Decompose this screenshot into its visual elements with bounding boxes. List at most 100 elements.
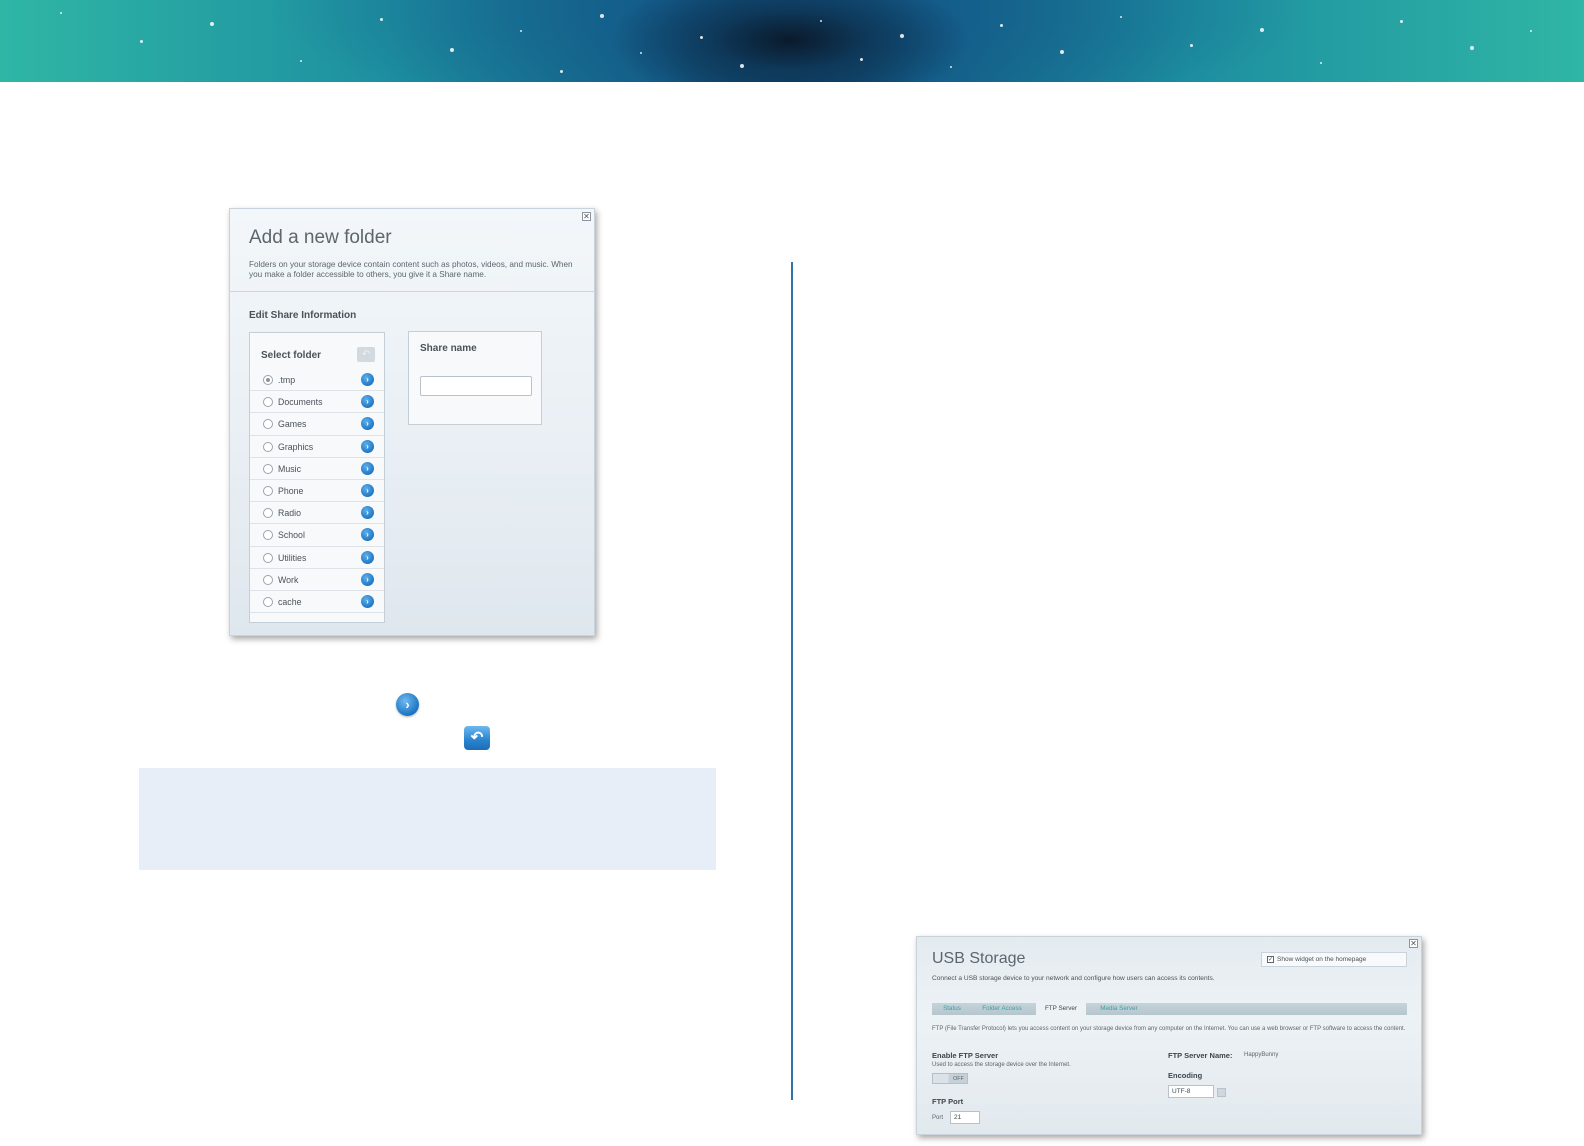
chevron-right-circle-icon[interactable]: › [361,417,374,431]
banner-speck [900,34,904,38]
banner-speck [1000,24,1003,27]
chevron-right-circle-icon[interactable]: › [361,528,374,542]
usb-description: Connect a USB storage device to your net… [932,975,1215,982]
back-arrow-icon: ↶ [464,726,490,750]
folder-label: Work [278,574,299,585]
list-item[interactable]: .tmp › [250,369,384,392]
banner-speck [700,36,703,39]
radio-button[interactable] [263,375,273,385]
banner-speck [640,52,642,54]
list-item[interactable]: cache › [250,591,384,614]
select-folder-title: Select folder [261,350,322,361]
banner-speck [1190,44,1193,47]
chevron-right-circle-icon[interactable]: › [361,483,374,497]
list-item[interactable]: Graphics › [250,436,384,458]
radio-button[interactable] [263,419,273,430]
radio-button[interactable] [263,596,273,607]
checkbox-icon[interactable]: ✓ [1267,955,1274,963]
banner-speck [950,66,952,68]
chevron-right-circle-icon[interactable]: › [361,550,374,564]
folder-label: Graphics [278,441,314,452]
radio-button[interactable] [263,552,273,563]
chevron-right-circle-icon[interactable]: › [361,506,374,520]
column-divider [791,262,793,1100]
show-widget-checkbox[interactable]: ✓ Show widget on the homepage [1261,952,1407,967]
tab-status[interactable]: Status [938,1003,966,1015]
radio-button[interactable] [263,397,273,408]
banner-speck [1060,50,1064,54]
chevron-right-circle-icon[interactable]: › [361,572,374,586]
list-item[interactable]: Work › [250,569,384,591]
dialog-description: Folders on your storage device contain c… [249,260,573,279]
banner-speck [820,20,822,22]
chevron-right-circle-icon: › [396,693,419,716]
chevron-right-circle-icon[interactable]: › [361,461,374,475]
ftp-description: FTP (File Transfer Protocol) lets you ac… [932,1026,1406,1032]
tab-folder-access[interactable]: Folder Access [976,1003,1028,1015]
chevron-down-icon[interactable] [1217,1088,1226,1097]
banner-speck [860,58,863,61]
chevron-right-circle-icon[interactable]: › [361,395,374,409]
ftp-server-name-value: HappyBunny [1244,1052,1279,1058]
folder-label: Music [278,463,301,474]
radio-button[interactable] [263,463,273,474]
list-item[interactable]: Games › [250,413,384,436]
radio-button[interactable] [263,530,273,541]
list-item[interactable]: Music › [250,458,384,480]
tab-bar: Status Folder Access FTP Server Media Se… [932,1003,1407,1015]
folder-label: cache [278,596,302,607]
section-title: Edit Share Information [249,310,357,321]
share-name-title: Share name [420,343,477,354]
header-banner [0,0,1584,82]
share-name-panel: Share name [408,331,542,425]
ftp-server-name-label: FTP Server Name: [1168,1051,1233,1060]
close-icon[interactable]: ✕ [1409,939,1418,948]
radio-button[interactable] [263,574,273,585]
banner-speck [1400,20,1403,23]
chevron-right-circle-icon[interactable]: › [361,373,374,386]
add-folder-dialog: ✕ Add a new folder Folders on your stora… [229,208,595,636]
ftp-port-label: FTP Port [932,1097,964,1106]
banner-speck [1260,28,1264,32]
banner-speck [210,22,214,26]
radio-button[interactable] [263,508,273,519]
list-item[interactable]: Utilities › [250,547,384,569]
usb-dialog-title: USB Storage [932,950,1026,967]
folder-label: Games [278,419,307,430]
folder-label: Phone [278,485,304,496]
chevron-right-circle-icon[interactable]: › [361,439,374,453]
ftp-toggle[interactable]: OFF [932,1073,968,1084]
list-item[interactable]: School › [250,524,384,547]
folder-list: .tmp › Documents › Games › Graphics › Music › Phon… [250,369,384,614]
banner-speck [1320,62,1322,64]
port-input[interactable] [950,1111,980,1124]
radio-button[interactable] [263,441,273,452]
tab-media-server[interactable]: Media Server [1094,1003,1144,1015]
folder-label: .tmp [278,375,296,385]
close-icon[interactable]: ✕ [582,212,591,221]
banner-speck [140,40,143,43]
share-name-input[interactable] [420,376,532,396]
banner-speck [560,70,563,73]
note-box [139,768,716,870]
list-item[interactable]: Radio › [250,502,384,525]
list-item[interactable]: Phone › [250,480,384,503]
banner-speck [300,60,302,62]
banner-speck [450,48,454,52]
dialog-title: Add a new folder [249,227,392,248]
banner-speck [1470,46,1474,50]
usb-storage-dialog: ✕ USB Storage ✓ Show widget on the homepa… [916,936,1422,1135]
enable-ftp-sub: Used to access the storage device over t… [932,1062,1071,1068]
chevron-right-circle-icon[interactable]: › [361,594,374,608]
encoding-select[interactable] [1168,1085,1214,1098]
banner-speck [600,14,604,18]
enable-ftp-label: Enable FTP Server [932,1051,999,1060]
back-arrow-icon[interactable]: ↶ [357,347,375,362]
list-item[interactable]: Documents › [250,391,384,414]
tab-ftp-server[interactable]: FTP Server [1036,1003,1086,1015]
folder-label: Documents [278,397,323,408]
radio-button[interactable] [263,485,273,496]
folder-label: School [278,530,305,541]
widget-label: Show widget on the homepage [1277,956,1367,963]
banner-speck [1530,30,1532,32]
